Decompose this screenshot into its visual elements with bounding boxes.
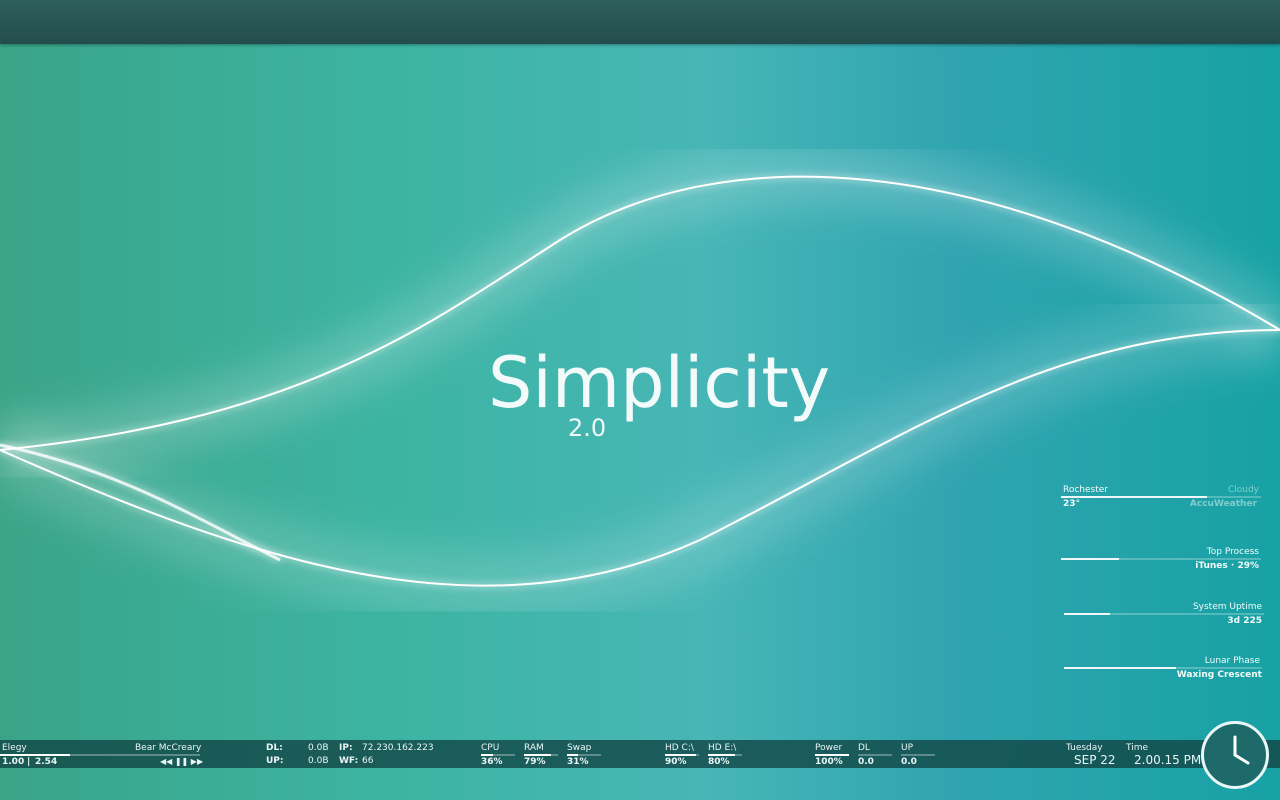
cpu-label: CPU <box>481 743 500 753</box>
top-process-widget[interactable]: Top Process iTunes · 29% <box>1061 546 1261 576</box>
top-process-bar-fill <box>1061 558 1119 560</box>
net-ip-label: IP: <box>339 743 353 753</box>
power-value: 100% <box>815 757 843 767</box>
cpu-bar-fill <box>481 754 493 756</box>
uptime-value: 3d 225 <box>1227 616 1262 626</box>
ram-label: RAM <box>524 743 544 753</box>
lunar-bar-fill <box>1064 667 1176 669</box>
lunar-value: Waxing Crescent <box>1176 670 1262 680</box>
disk-c-label: HD C:\ <box>665 743 694 753</box>
net-up-label: UP: <box>266 756 284 766</box>
power-bar-fill <box>815 754 849 756</box>
power-up-bar-track <box>901 754 935 756</box>
music-progress-fill <box>0 754 70 756</box>
swap-label: Swap <box>567 743 592 753</box>
time-label: Time <box>1126 743 1149 753</box>
weather-city: Rochester <box>1063 485 1108 495</box>
net-dl-label: DL: <box>266 743 283 753</box>
music-artist: Bear McCreary <box>135 743 202 753</box>
date-value: SEP 22 <box>1074 753 1116 767</box>
net-dl-value: 0.0B <box>308 743 329 753</box>
clock-icon[interactable] <box>1201 721 1269 789</box>
music-position: 1.00 <box>2 757 25 767</box>
net-ip-value: 72.230.162.223 <box>362 743 434 753</box>
uptime-widget[interactable]: System Uptime 3d 225 <box>1064 601 1264 631</box>
weather-condition: Cloudy <box>1227 485 1259 495</box>
swap-value: 31% <box>567 757 589 767</box>
lunar-label: Lunar Phase <box>1204 656 1260 666</box>
disk-c-bar-fill <box>665 754 696 756</box>
weather-widget[interactable]: Rochester Cloudy 23° AccuWeather <box>1061 484 1261 514</box>
weather-temp: 23° <box>1063 499 1081 509</box>
weather-source: AccuWeather <box>1189 499 1257 509</box>
net-wf-value: 66 <box>362 756 374 766</box>
logo-title: Simplicity <box>488 342 831 424</box>
time-value: 2.00.15 PM <box>1134 753 1202 767</box>
date-day: Tuesday <box>1066 743 1103 753</box>
ram-value: 79% <box>524 757 546 767</box>
music-track: Elegy <box>2 743 27 753</box>
top-process-value: iTunes · 29% <box>1195 561 1259 571</box>
power-up-value: 0.0 <box>901 757 917 767</box>
uptime-label: System Uptime <box>1192 602 1262 612</box>
power-label: Power <box>815 743 843 753</box>
logo-version: 2.0 <box>568 414 607 442</box>
cpu-value: 36% <box>481 757 503 767</box>
power-dl-value: 0.0 <box>858 757 874 767</box>
swap-bar-fill <box>567 754 578 756</box>
net-up-value: 0.0B <box>308 756 329 766</box>
weather-bar-fill <box>1061 496 1207 498</box>
power-dl-bar-track <box>858 754 892 756</box>
disk-e-label: HD E:\ <box>708 743 737 753</box>
music-controls[interactable]: ◀◀ ❚❚ ▶▶ <box>160 757 203 766</box>
top-process-label: Top Process <box>1206 547 1259 557</box>
disk-e-bar-fill <box>708 754 735 756</box>
lunar-widget[interactable]: Lunar Phase Waxing Crescent <box>1064 655 1262 685</box>
music-length-separator: | <box>27 757 31 767</box>
uptime-bar-fill <box>1064 613 1110 615</box>
power-dl-label: DL <box>858 743 870 753</box>
power-up-label: UP <box>901 743 914 753</box>
disk-e-value: 80% <box>708 757 730 767</box>
net-wf-label: WF: <box>339 756 359 766</box>
ram-bar-fill <box>524 754 551 756</box>
music-length: 2.54 <box>35 757 58 767</box>
disk-c-value: 90% <box>665 757 687 767</box>
